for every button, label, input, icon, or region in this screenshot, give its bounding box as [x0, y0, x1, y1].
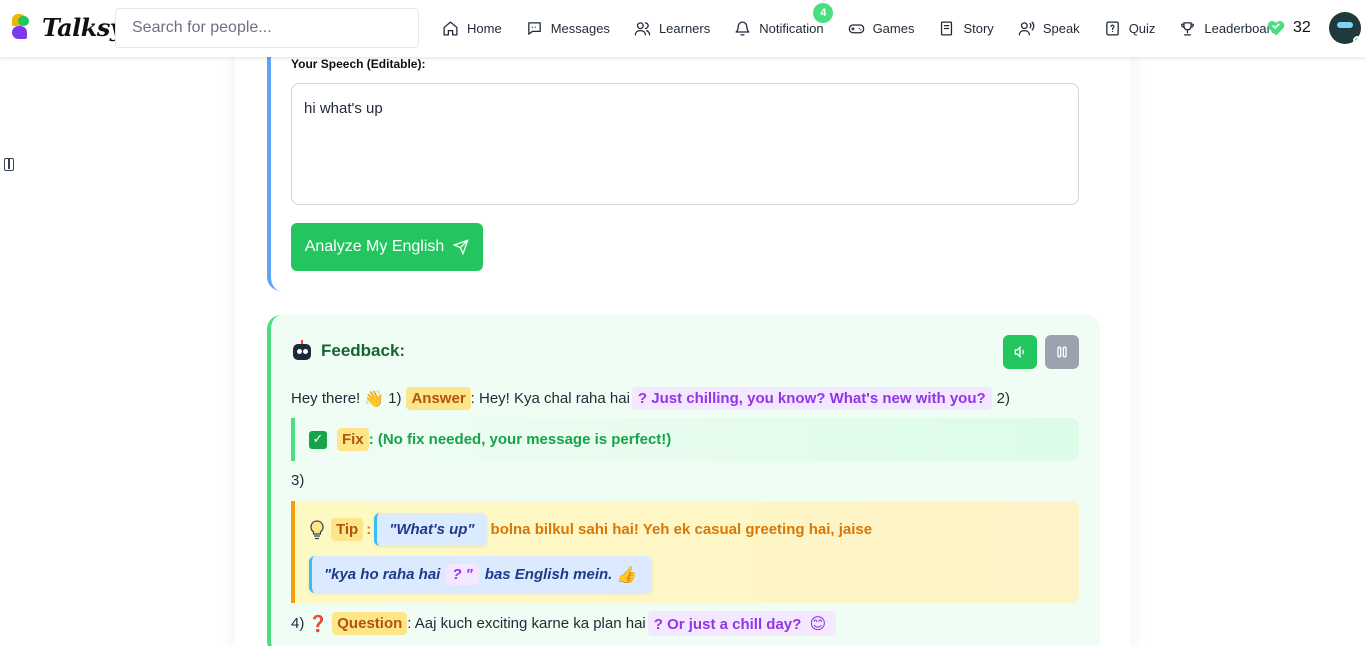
tip-colon: : [366, 521, 372, 538]
feedback-title-text: Feedback: [321, 341, 406, 360]
robot-icon [291, 340, 313, 362]
speak-feedback-button[interactable] [1003, 335, 1037, 369]
bell-icon [735, 21, 750, 36]
heart-icon [1267, 20, 1285, 36]
gamepad-icon [848, 24, 864, 34]
greeting-text: Hey there! [291, 390, 361, 407]
hearts-count: 32 [1293, 19, 1311, 36]
fix-text: : (No fix needed, your message is perfec… [368, 431, 672, 448]
notification-badge: 4 [813, 3, 834, 23]
main-nav: Home Messages Learners Notification 4 Ga… [442, 0, 1302, 57]
pause-icon [1057, 346, 1067, 358]
speech-textarea[interactable]: hi what's up [291, 83, 1079, 205]
speech-label: Your Speech (Editable): [291, 57, 426, 71]
tip-example-mark: ? " [446, 564, 479, 585]
sidebar-toggle-icon[interactable] [4, 158, 14, 171]
tip-tag: Tip [331, 518, 364, 541]
nav-leaderboard[interactable]: Leaderboard [1179, 20, 1278, 37]
nav-messages-label: Messages [550, 21, 610, 36]
voice-icon [1018, 21, 1035, 36]
nav-story[interactable]: Story [938, 20, 994, 37]
fix-tag: Fix [337, 428, 369, 451]
feedback-line-4: 4) ❓ Question : Aaj kuch exciting karne … [291, 611, 837, 636]
logo[interactable]: Talksy [10, 12, 124, 42]
search-input[interactable] [115, 8, 419, 48]
users-icon [634, 22, 651, 36]
nav-quiz-label: Quiz [1128, 21, 1156, 36]
analyze-button-label: Analyze My English [304, 238, 445, 255]
analyze-button[interactable]: Analyze My English [291, 223, 483, 271]
tip-example-quote: "kya ho raha hai ? " bas English mein. 👍 [309, 556, 653, 593]
tip-box: Tip : "What's up" bolna bilkul sahi hai!… [291, 501, 1079, 603]
trophy-icon [1181, 22, 1195, 36]
pause-feedback-button[interactable] [1045, 335, 1079, 369]
question-reply-text: ? Or just a chill day? [653, 616, 802, 633]
tip-quote: "What's up" [374, 513, 487, 546]
tip-example-end: bas English mein. [484, 566, 613, 583]
answer-text: : Hey! Kya chal raha hai [470, 390, 630, 407]
quiz-icon [1105, 21, 1119, 36]
lightbulb-icon [310, 519, 324, 539]
home-icon [443, 21, 458, 36]
tip-example-row: "kya ho raha hai ? " bas English mein. 👍 [309, 556, 653, 593]
question-text: : Aaj kuch exciting karne ka plan hai [407, 615, 646, 632]
logo-icon [10, 12, 34, 42]
nav-games-label: Games [872, 21, 915, 36]
feedback-line-1: Hey there! 👋 1) Answer : Hey! Kya chal r… [291, 387, 1010, 410]
nav-messages[interactable]: Messages [526, 20, 610, 37]
online-status-dot [1353, 36, 1361, 44]
smile-emoji-icon: 😊 [809, 614, 827, 633]
nav-story-label: Story [963, 21, 994, 36]
nav-notification-label: Notification [759, 21, 824, 36]
nav-notification[interactable]: Notification 4 [734, 3, 834, 37]
answer-reply: ? Just chilling, you know? What's new wi… [631, 387, 992, 410]
tip-example-start: "kya ho raha hai [324, 566, 441, 583]
tip-text: bolna bilkul sahi hai! Yeh ek casual gre… [490, 521, 873, 538]
hearts-counter[interactable]: 32 [1266, 18, 1311, 38]
nav-home[interactable]: Home [442, 20, 502, 37]
speaker-icon [1014, 345, 1024, 359]
nav-speak[interactable]: Speak [1018, 20, 1080, 37]
message-icon [527, 22, 541, 35]
answer-tag: Answer [406, 387, 471, 410]
item-number-4: 4) [291, 615, 305, 632]
nav-quiz[interactable]: Quiz [1104, 20, 1156, 37]
avatar[interactable] [1329, 12, 1361, 44]
checkmark-icon: ✓ [309, 430, 327, 449]
item-number-3: 3) [291, 472, 305, 489]
question-tag: Question [332, 612, 408, 635]
book-icon [941, 21, 953, 36]
nav-games[interactable]: Games [848, 20, 915, 37]
send-icon [453, 239, 470, 255]
question-reply: ? Or just a chill day? 😊 [647, 611, 837, 636]
nav-learners[interactable]: Learners [634, 20, 710, 37]
wave-emoji-icon: 👋 [364, 389, 385, 408]
thumbs-up-emoji-icon: 👍 [616, 565, 637, 584]
nav-home-label: Home [467, 21, 502, 36]
item-number-1: 1) [388, 390, 402, 407]
item-number-2: 2) [996, 390, 1011, 407]
fix-box: ✓ Fix : (No fix needed, your message is … [291, 418, 1079, 461]
tip-row: Tip : "What's up" bolna bilkul sahi hai!… [309, 513, 872, 546]
question-emoji-icon: ❓ [308, 614, 329, 633]
nav-learners-label: Learners [658, 21, 711, 36]
logo-text: Talksy [42, 12, 124, 42]
feedback-title: Feedback: [291, 340, 405, 362]
top-navbar: Talksy Home Messages Learners Notificati… [0, 0, 1366, 57]
nav-speak-label: Speak [1042, 21, 1080, 36]
